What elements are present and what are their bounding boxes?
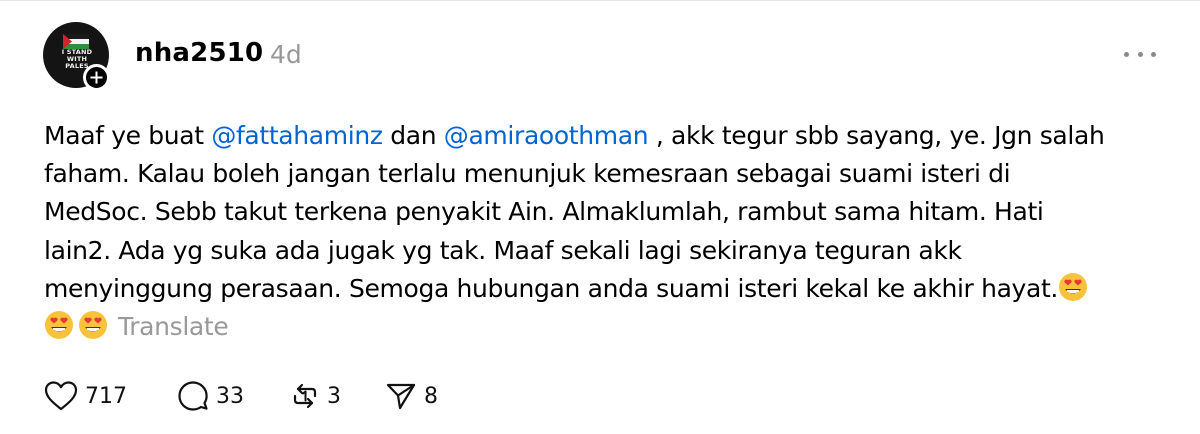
follow-plus-icon: [90, 71, 103, 84]
reply-button[interactable]: 33: [177, 380, 244, 412]
heart-eyes-emoji: [78, 310, 108, 340]
post-text-segment: MedSoc. Sebb takut terkena penyakit Ain.…: [44, 197, 1044, 227]
share-count: 8: [424, 383, 438, 409]
author-username[interactable]: nha2510: [135, 38, 263, 68]
post-text-line: menyinggung perasaan. Semoga hubungan an…: [44, 270, 1174, 308]
more-dot: [1151, 51, 1156, 57]
top-divider: [0, 0, 1200, 1]
post-text-segment: faham. Kalau boleh jangan terlalu menunj…: [44, 159, 1011, 189]
action-bar: 717 33 3 8: [44, 380, 438, 412]
repost-count: 3: [327, 383, 341, 409]
post-text-line: Maaf ye buat @fattahaminz dan @amiraooth…: [44, 117, 1174, 155]
post-timestamp[interactable]: 4d: [270, 40, 302, 69]
post-text-line: faham. Kalau boleh jangan terlalu menunj…: [44, 155, 1174, 193]
heart-eyes-emoji: [1058, 272, 1088, 302]
post-text-line: lain2. Ada yg suka ada jugak yg tak. Maa…: [44, 232, 1174, 270]
more-dot: [1137, 51, 1143, 57]
share-button[interactable]: 8: [385, 380, 438, 412]
follow-button[interactable]: [83, 64, 110, 91]
heart-icon: [44, 381, 78, 411]
share-icon: [386, 383, 416, 410]
author-avatar[interactable]: I STAND WITH PALES: [43, 22, 113, 92]
more-dot: [1124, 51, 1129, 57]
mention-link[interactable]: @fattahaminz: [211, 121, 383, 150]
post-text-segment: dan: [382, 121, 444, 150]
more-options-icon[interactable]: [1124, 50, 1156, 58]
heart-eyes-emoji: [44, 310, 74, 340]
translate-link[interactable]: Translate: [118, 312, 229, 341]
post-text-segment: menyinggung perasaan. Semoga hubungan an…: [44, 273, 1059, 303]
post-text-segment: Maaf ye buat: [44, 121, 212, 150]
post-text-line: MedSoc. Sebb takut terkena penyakit Ain.…: [44, 193, 1174, 231]
like-button[interactable]: 717: [44, 380, 127, 412]
post-text-line: Translate: [44, 308, 1174, 346]
repost-icon: [293, 383, 317, 409]
mention-link[interactable]: @amiraoothman: [444, 121, 649, 150]
repost-button[interactable]: 3: [290, 380, 341, 412]
post-text-segment: , akk tegur sbb sayang, ye. Jgn salah: [648, 121, 1105, 150]
post-text-segment: lain2. Ada yg suka ada jugak yg tak. Maa…: [44, 235, 962, 265]
like-count: 717: [85, 383, 127, 409]
reply-count: 33: [216, 383, 244, 409]
reply-bubble-icon: [178, 381, 208, 411]
post-body: Maaf ye buat @fattahaminz dan @amiraooth…: [44, 117, 1174, 346]
